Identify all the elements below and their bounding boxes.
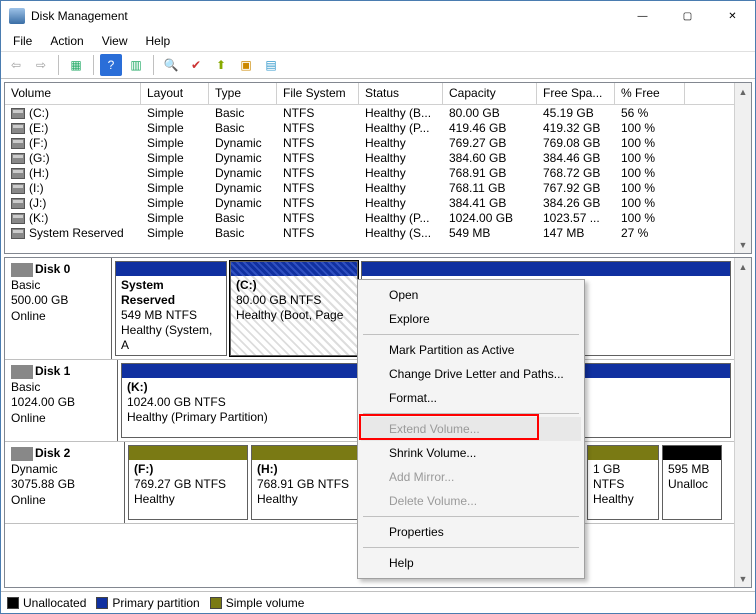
- col-volume[interactable]: Volume: [5, 83, 141, 104]
- legend: Unallocated Primary partition Simple vol…: [1, 591, 755, 613]
- menu-action[interactable]: Action: [42, 32, 91, 50]
- disk-icon: [11, 365, 33, 379]
- volume-icon: [11, 183, 25, 194]
- toolbar-icon-2[interactable]: ▥: [125, 54, 147, 76]
- ctx-add-mirror[interactable]: Add Mirror...: [361, 465, 581, 489]
- col-pfree[interactable]: % Free: [615, 83, 685, 104]
- menu-file[interactable]: File: [5, 32, 40, 50]
- volume-icon: [11, 213, 25, 224]
- volume-icon: [11, 108, 25, 119]
- title-bar: Disk Management — ▢ ✕: [1, 1, 755, 31]
- ctx-extend-volume[interactable]: Extend Volume...: [361, 417, 581, 441]
- toolbar-icon-3[interactable]: 🔍: [160, 54, 182, 76]
- table-row[interactable]: (I:)SimpleDynamicNTFSHealthy768.11 GB767…: [5, 180, 734, 195]
- col-layout[interactable]: Layout: [141, 83, 209, 104]
- menu-help[interactable]: Help: [138, 32, 179, 50]
- toolbar-icon-7[interactable]: ▤: [260, 54, 282, 76]
- volume-icon: [11, 228, 25, 239]
- disk-scrollbar[interactable]: ▲ ▼: [734, 258, 751, 587]
- ctx-mark-active[interactable]: Mark Partition as Active: [361, 338, 581, 362]
- toolbar: ⇦ ⇨ ▦ ? ▥ 🔍 ✔ ⬆ ▣ ▤: [1, 51, 755, 79]
- col-type[interactable]: Type: [209, 83, 277, 104]
- legend-simple: Simple volume: [226, 596, 305, 610]
- menu-bar: File Action View Help: [1, 31, 755, 51]
- disk-icon: [11, 263, 33, 277]
- toolbar-icon-4[interactable]: ✔: [185, 54, 207, 76]
- col-status[interactable]: Status: [359, 83, 443, 104]
- scroll-up-icon[interactable]: ▲: [735, 258, 751, 275]
- disk-icon: [11, 447, 33, 461]
- ctx-properties[interactable]: Properties: [361, 520, 581, 544]
- col-free[interactable]: Free Spa...: [537, 83, 615, 104]
- ctx-open[interactable]: Open: [361, 283, 581, 307]
- volume-icon: [11, 153, 25, 164]
- volume-icon: [11, 198, 25, 209]
- ctx-explore[interactable]: Explore: [361, 307, 581, 331]
- table-row[interactable]: (F:)SimpleDynamicNTFSHealthy769.27 GB769…: [5, 135, 734, 150]
- ctx-help[interactable]: Help: [361, 551, 581, 575]
- volume-icon: [11, 138, 25, 149]
- minimize-button[interactable]: —: [620, 2, 665, 31]
- ctx-format[interactable]: Format...: [361, 386, 581, 410]
- volume-icon: [11, 123, 25, 134]
- legend-primary: Primary partition: [112, 596, 199, 610]
- partition[interactable]: (C:)80.00 GB NTFSHealthy (Boot, Page: [230, 261, 358, 356]
- legend-unalloc: Unallocated: [23, 596, 86, 610]
- partition[interactable]: (H:)768.91 GB NTFSHealthy: [251, 445, 371, 520]
- scroll-up-icon[interactable]: ▲: [735, 83, 751, 100]
- back-button[interactable]: ⇦: [5, 54, 27, 76]
- table-row[interactable]: (H:)SimpleDynamicNTFSHealthy768.91 GB768…: [5, 165, 734, 180]
- col-filesystem[interactable]: File System: [277, 83, 359, 104]
- forward-button[interactable]: ⇨: [30, 54, 52, 76]
- toolbar-icon-5[interactable]: ⬆: [210, 54, 232, 76]
- maximize-button[interactable]: ▢: [665, 2, 710, 31]
- help-icon[interactable]: ?: [100, 54, 122, 76]
- table-row[interactable]: (K:)SimpleBasicNTFSHealthy (P...1024.00 …: [5, 210, 734, 225]
- col-capacity[interactable]: Capacity: [443, 83, 537, 104]
- volume-list[interactable]: Volume Layout Type File System Status Ca…: [4, 82, 752, 254]
- ctx-change-letter[interactable]: Change Drive Letter and Paths...: [361, 362, 581, 386]
- table-row[interactable]: System ReservedSimpleBasicNTFSHealthy (S…: [5, 225, 734, 240]
- ctx-shrink-volume[interactable]: Shrink Volume...: [361, 441, 581, 465]
- table-row[interactable]: (E:)SimpleBasicNTFSHealthy (P...419.46 G…: [5, 120, 734, 135]
- table-row[interactable]: (J:)SimpleDynamicNTFSHealthy384.41 GB384…: [5, 195, 734, 210]
- menu-view[interactable]: View: [94, 32, 136, 50]
- scroll-down-icon[interactable]: ▼: [735, 570, 751, 587]
- table-row[interactable]: (G:)SimpleDynamicNTFSHealthy384.60 GB384…: [5, 150, 734, 165]
- disk-info: Disk 2Dynamic3075.88 GBOnline: [5, 442, 125, 523]
- partition[interactable]: 1 GB NTFSHealthy: [587, 445, 659, 520]
- toolbar-view-icon[interactable]: ▦: [65, 54, 87, 76]
- disk-info: Disk 1Basic1024.00 GBOnline: [5, 360, 118, 441]
- partition[interactable]: System Reserved549 MB NTFSHealthy (Syste…: [115, 261, 227, 356]
- volume-icon: [11, 168, 25, 179]
- partition[interactable]: (F:)769.27 GB NTFSHealthy: [128, 445, 248, 520]
- window-title: Disk Management: [31, 9, 620, 23]
- close-button[interactable]: ✕: [710, 2, 755, 31]
- toolbar-icon-6[interactable]: ▣: [235, 54, 257, 76]
- partition[interactable]: 595 MBUnalloc: [662, 445, 722, 520]
- disk-info: Disk 0Basic500.00 GBOnline: [5, 258, 112, 359]
- app-icon: [9, 8, 25, 24]
- table-row[interactable]: (C:)SimpleBasicNTFSHealthy (B...80.00 GB…: [5, 105, 734, 120]
- volume-list-header: Volume Layout Type File System Status Ca…: [5, 83, 734, 105]
- volume-scrollbar[interactable]: ▲ ▼: [734, 83, 751, 253]
- context-menu: Open Explore Mark Partition as Active Ch…: [357, 279, 585, 579]
- scroll-down-icon[interactable]: ▼: [735, 236, 751, 253]
- ctx-delete-volume[interactable]: Delete Volume...: [361, 489, 581, 513]
